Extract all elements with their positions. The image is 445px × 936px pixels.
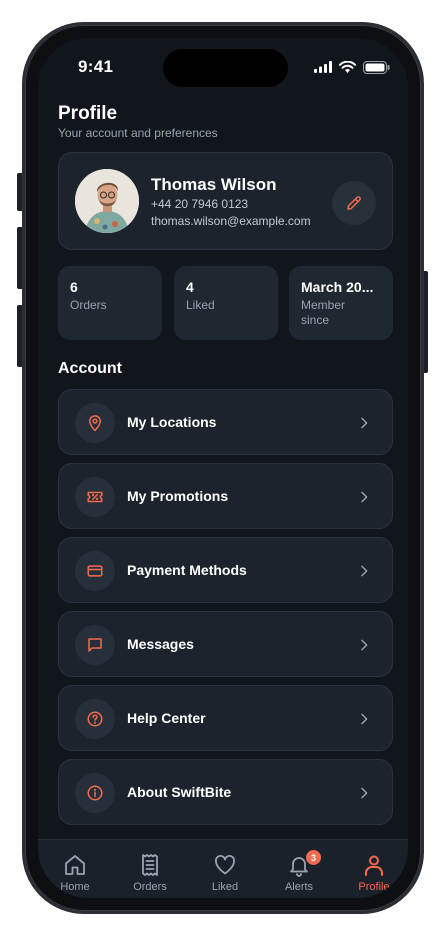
tab-profile[interactable]: Profile — [337, 840, 408, 898]
menu-label: Payment Methods — [127, 562, 247, 578]
stat-liked: 4 Liked — [174, 266, 278, 340]
tab-label: Profile — [358, 881, 390, 893]
help-circle-icon — [75, 699, 115, 739]
tab-bar: Home Orders Liked 3 Alerts Profile — [38, 839, 408, 898]
profile-name: Thomas Wilson — [151, 175, 277, 194]
page-subtitle: Your account and preferences — [58, 126, 218, 140]
status-time: 9:41 — [78, 57, 114, 76]
chevron-right-icon — [361, 417, 368, 429]
stat-label: Orders — [70, 298, 107, 312]
tab-label: Orders — [133, 881, 167, 893]
menu-label: My Promotions — [127, 488, 229, 504]
menu-label: My Locations — [127, 414, 217, 430]
menu-label: Messages — [127, 636, 194, 652]
dynamic-island — [163, 49, 288, 87]
menu-item-messages[interactable]: Messages — [58, 611, 393, 677]
stat-orders: 6 Orders — [58, 266, 162, 340]
heart-icon — [215, 855, 235, 875]
page-title: Profile — [58, 103, 118, 124]
tab-home[interactable]: Home — [38, 840, 112, 898]
tab-orders[interactable]: Orders — [113, 840, 187, 898]
battery-icon — [363, 60, 390, 74]
edit-profile-button[interactable] — [332, 181, 376, 225]
menu-label: About SwiftBite — [127, 784, 232, 800]
section-heading-account: Account — [58, 360, 122, 377]
chevron-right-icon — [361, 491, 368, 503]
profile-email: thomas.wilson@example.com — [151, 214, 311, 228]
profile-phone: +44 20 7946 0123 — [151, 197, 249, 211]
stat-member-since: March 20... Member since — [289, 266, 393, 340]
signal-icon — [314, 61, 332, 73]
alerts-badge: 3 — [306, 850, 321, 865]
wifi-icon — [339, 61, 356, 73]
avatar — [75, 169, 139, 233]
chevron-right-icon — [361, 713, 368, 725]
stat-value: 4 — [186, 279, 194, 295]
stat-value: 6 — [70, 279, 78, 295]
chevron-right-icon — [361, 787, 368, 799]
home-icon — [65, 855, 85, 875]
menu-item-help-center[interactable]: Help Center — [58, 685, 393, 751]
chevron-right-icon — [361, 639, 368, 651]
tab-label: Home — [60, 881, 90, 893]
pencil-icon — [347, 196, 361, 210]
credit-card-icon — [75, 551, 115, 591]
receipt-icon — [142, 854, 158, 876]
stat-value: March 20... — [301, 279, 374, 295]
menu-label: Help Center — [127, 710, 206, 726]
chevron-right-icon — [361, 565, 368, 577]
screen: 9:41 Profile Your account and preference… — [38, 38, 408, 898]
tab-alerts[interactable]: 3 Alerts — [262, 840, 336, 898]
message-icon — [75, 625, 115, 665]
stat-label: Liked — [186, 298, 215, 312]
user-icon — [365, 855, 383, 876]
phone-frame: 9:41 Profile Your account and preference… — [22, 22, 424, 914]
status-icons — [314, 59, 390, 75]
tab-label: Liked — [211, 881, 239, 893]
stat-label: Member since — [301, 298, 346, 327]
ticket-icon — [75, 477, 115, 517]
tab-liked[interactable]: Liked — [188, 840, 262, 898]
menu-item-my-locations[interactable]: My Locations — [58, 389, 393, 455]
tab-label: Alerts — [284, 881, 314, 893]
menu-item-about[interactable]: About SwiftBite — [58, 759, 393, 825]
menu-item-my-promotions[interactable]: My Promotions — [58, 463, 393, 529]
info-circle-icon — [75, 773, 115, 813]
profile-card: Thomas Wilson +44 20 7946 0123 thomas.wi… — [58, 152, 393, 250]
menu-item-payment-methods[interactable]: Payment Methods — [58, 537, 393, 603]
location-pin-icon — [75, 403, 115, 443]
